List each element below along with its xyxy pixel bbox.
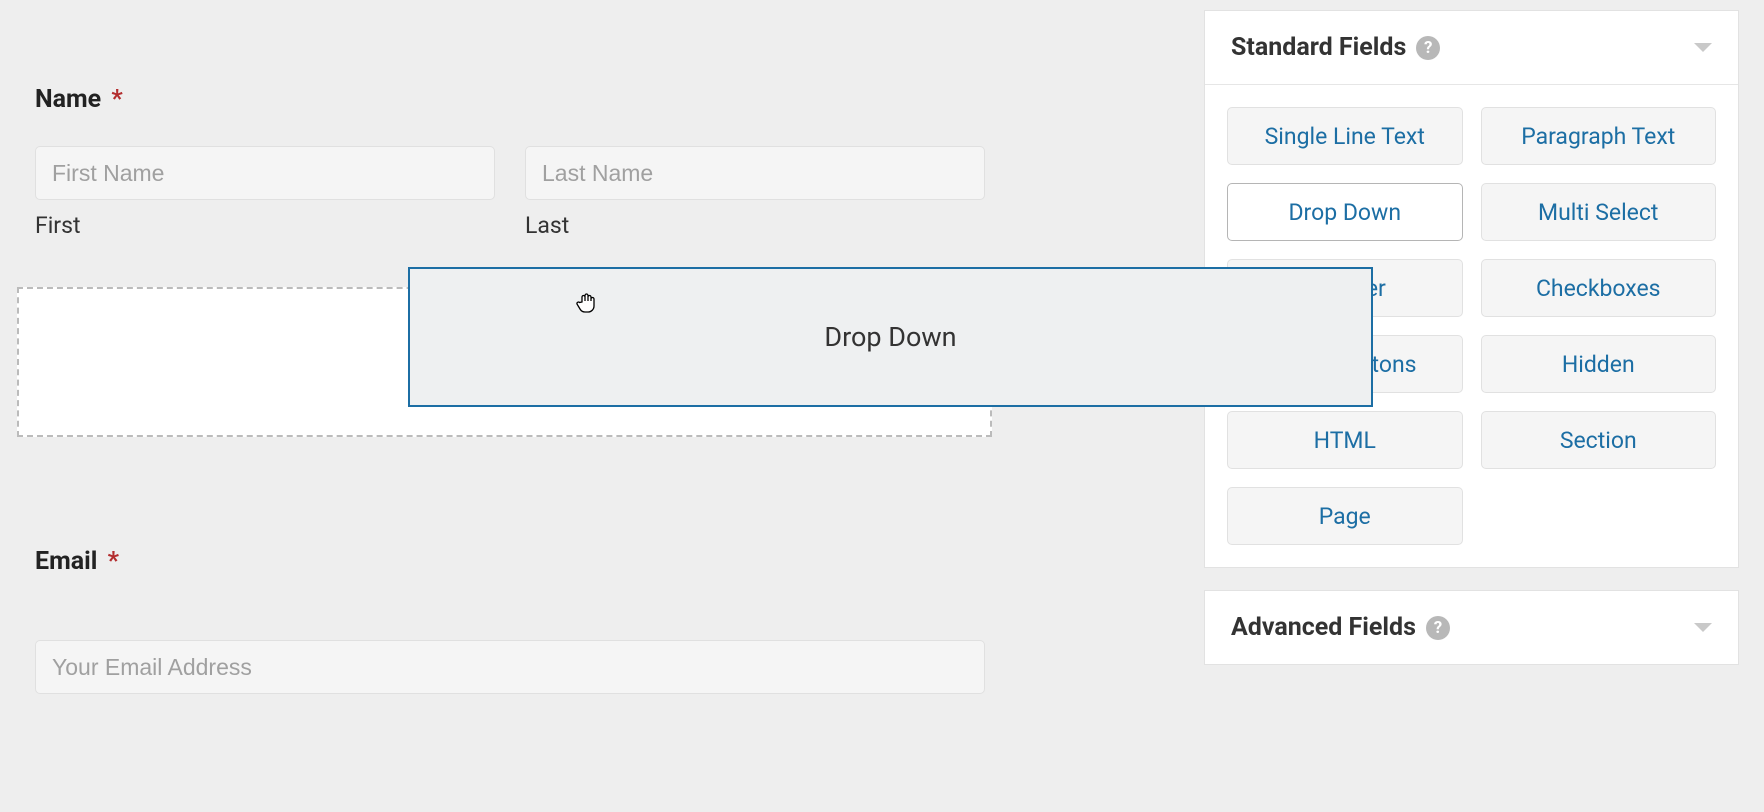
field-btn-label: HTML — [1314, 427, 1376, 454]
standard-title-wrap: Standard Fields ? — [1231, 33, 1440, 62]
advanced-fields-header[interactable]: Advanced Fields ? — [1205, 591, 1738, 664]
field-btn-label: Multi Select — [1538, 199, 1658, 226]
field-btn-html[interactable]: HTML — [1227, 411, 1463, 469]
email-field-label: Email * — [35, 547, 985, 576]
chevron-down-icon[interactable] — [1694, 623, 1712, 632]
name-label-text: Name — [35, 85, 101, 114]
field-btn-label: Hidden — [1562, 351, 1635, 378]
standard-fields-title: Standard Fields — [1231, 33, 1406, 62]
name-inputs-row: First Last — [35, 146, 985, 239]
name-field-label: Name * — [35, 85, 985, 114]
field-btn-drop-down[interactable]: Drop Down — [1227, 183, 1463, 241]
field-btn-hidden[interactable]: Hidden — [1481, 335, 1717, 393]
field-btn-paragraph-text[interactable]: Paragraph Text — [1481, 107, 1717, 165]
field-btn-checkboxes[interactable]: Checkboxes — [1481, 259, 1717, 317]
first-sublabel: First — [35, 212, 495, 239]
last-sublabel: Last — [525, 212, 985, 239]
email-input[interactable] — [35, 640, 985, 694]
first-name-col: First — [35, 146, 495, 239]
field-btn-single-line-text[interactable]: Single Line Text — [1227, 107, 1463, 165]
advanced-fields-panel: Advanced Fields ? — [1204, 590, 1739, 665]
field-btn-label: Page — [1319, 503, 1371, 530]
required-asterisk: * — [111, 85, 122, 114]
first-name-input[interactable] — [35, 146, 495, 200]
field-btn-label: Drop Down — [1288, 199, 1401, 226]
field-btn-label: Single Line Text — [1265, 123, 1425, 150]
drag-preview-label: Drop Down — [824, 321, 956, 353]
field-btn-multi-select[interactable]: Multi Select — [1481, 183, 1717, 241]
field-btn-label: Checkboxes — [1536, 275, 1661, 302]
advanced-title-wrap: Advanced Fields ? — [1231, 613, 1450, 642]
email-label-text: Email — [35, 547, 97, 576]
help-icon[interactable]: ? — [1426, 616, 1450, 640]
advanced-fields-title: Advanced Fields — [1231, 613, 1416, 642]
field-btn-page[interactable]: Page — [1227, 487, 1463, 545]
last-name-col: Last — [525, 146, 985, 239]
email-field-block: Email * — [35, 547, 985, 694]
required-asterisk: * — [108, 547, 119, 576]
field-btn-section[interactable]: Section — [1481, 411, 1717, 469]
field-btn-label: Section — [1560, 427, 1637, 454]
drag-preview-dropdown[interactable]: Drop Down — [408, 267, 1373, 407]
chevron-down-icon[interactable] — [1694, 43, 1712, 52]
last-name-input[interactable] — [525, 146, 985, 200]
help-icon[interactable]: ? — [1416, 36, 1440, 60]
field-btn-label: Paragraph Text — [1521, 123, 1675, 150]
standard-fields-header[interactable]: Standard Fields ? — [1205, 11, 1738, 85]
